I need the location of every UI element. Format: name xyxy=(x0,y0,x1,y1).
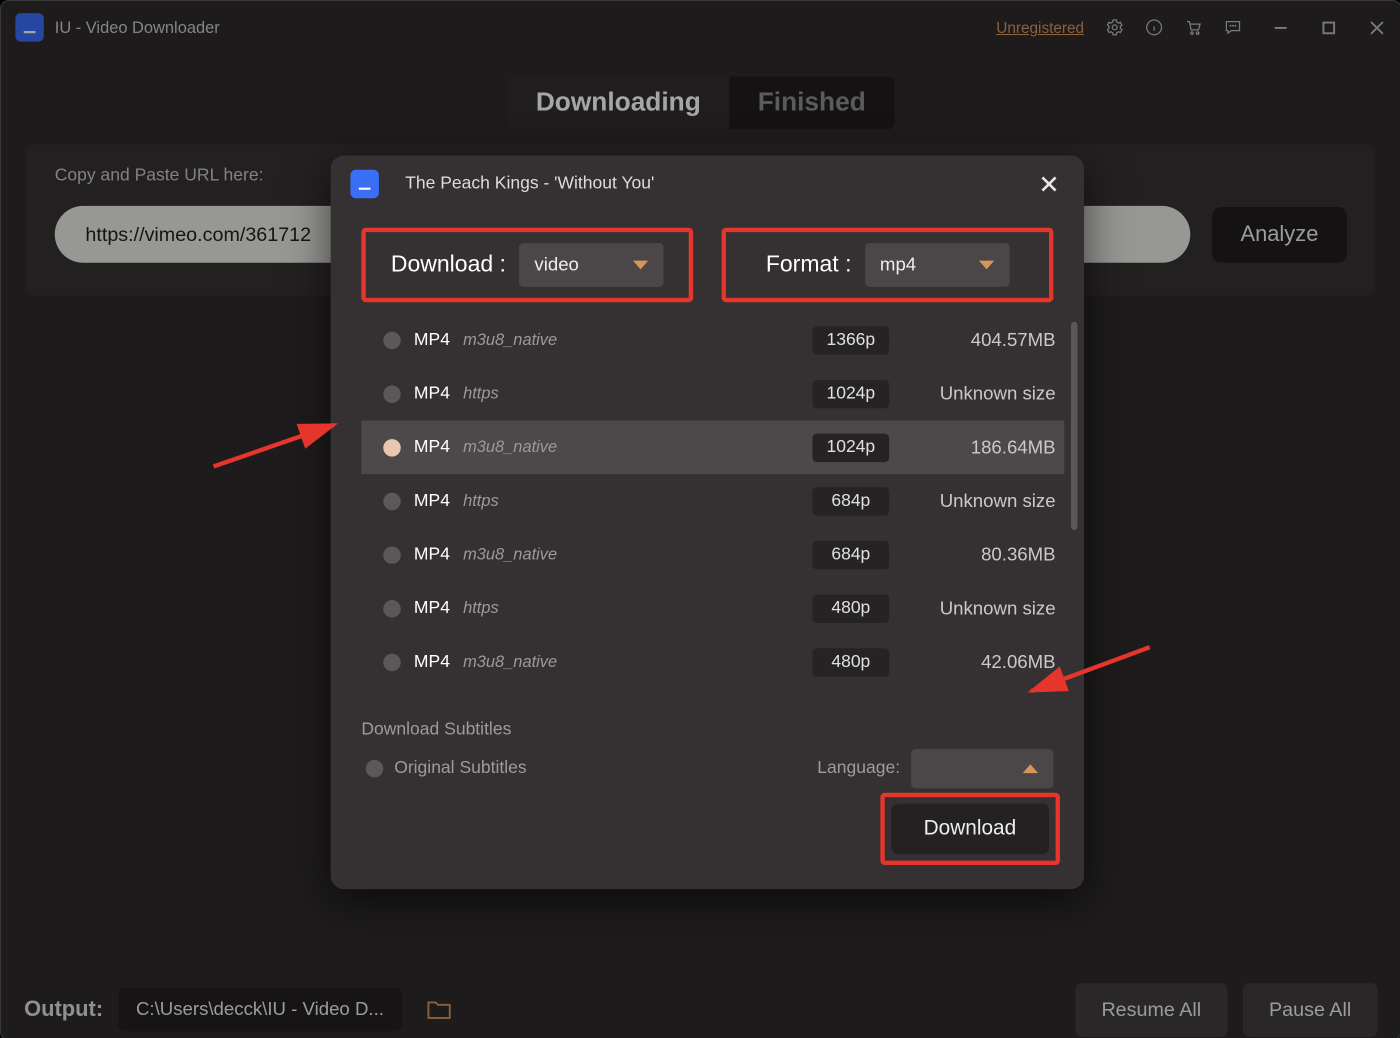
chevron-down-icon xyxy=(633,261,648,270)
row-size: Unknown size xyxy=(902,383,1055,405)
row-size: 404.57MB xyxy=(902,329,1055,351)
row-codec: MP4 xyxy=(414,491,450,511)
row-protocol: https xyxy=(463,599,499,618)
format-row[interactable]: MP4 https 480p Unknown size xyxy=(361,581,1064,635)
chevron-up-icon xyxy=(1023,764,1038,773)
download-options-dialog: The Peach Kings - 'Without You' Download… xyxy=(331,155,1084,889)
download-button[interactable]: Download xyxy=(891,804,1049,854)
dialog-title: The Peach Kings - 'Without You' xyxy=(405,174,654,194)
row-size: Unknown size xyxy=(902,490,1055,512)
row-resolution: 480p xyxy=(812,648,889,676)
download-type-group: Download : video xyxy=(361,228,693,302)
format-row[interactable]: MP4m3u8_native480p42.06MB xyxy=(361,635,1064,689)
annotation-arrow-icon xyxy=(208,412,350,483)
row-resolution: 1366p xyxy=(812,326,889,354)
download-type-select[interactable]: video xyxy=(519,243,664,287)
row-protocol: https xyxy=(463,384,499,403)
format-row[interactable]: MP4 m3u8_native 1366p 404.57MB xyxy=(361,313,1064,367)
row-resolution: 1024p xyxy=(812,433,889,461)
row-radio[interactable] xyxy=(383,439,401,457)
format-value: mp4 xyxy=(880,254,916,276)
format-row[interactable]: MP4 https 1024p Unknown size xyxy=(361,367,1064,421)
row-radio[interactable] xyxy=(383,492,401,510)
orig-subtitles-label: Original Subtitles xyxy=(394,759,526,779)
row-size: Unknown size xyxy=(902,597,1055,619)
row-protocol: m3u8_native xyxy=(463,545,557,564)
row-codec: MP4 xyxy=(414,598,450,618)
annotation-arrow-icon xyxy=(1018,638,1160,709)
language-label: Language: xyxy=(817,759,900,779)
subtitles-header: Download Subtitles xyxy=(361,721,1053,741)
format-row[interactable]: MP4 m3u8_native 1024p 186.64MB xyxy=(361,420,1064,474)
row-protocol: m3u8_native xyxy=(463,653,557,672)
orig-subtitles-radio[interactable] xyxy=(366,760,384,778)
row-resolution: 684p xyxy=(812,540,889,568)
row-resolution: 1024p xyxy=(812,379,889,407)
format-select[interactable]: mp4 xyxy=(865,243,1010,287)
row-radio[interactable] xyxy=(383,653,401,671)
download-type-value: video xyxy=(534,254,579,276)
scrollbar[interactable] xyxy=(1071,322,1078,530)
row-codec: MP4 xyxy=(414,652,450,672)
chevron-down-icon xyxy=(978,261,993,270)
app-window: IU - Video Downloader Unregistered Downl… xyxy=(0,0,1400,1038)
row-radio[interactable] xyxy=(383,331,401,349)
row-codec: MP4 xyxy=(414,384,450,404)
format-list: MP4 m3u8_native 1366p 404.57MB MP4 https 1024p… xyxy=(361,313,1064,689)
row-protocol: m3u8_native xyxy=(463,331,557,350)
format-group: Format : mp4 xyxy=(722,228,1054,302)
dialog-close-button[interactable] xyxy=(1034,169,1065,200)
format-label: Format : xyxy=(766,252,852,278)
row-codec: MP4 xyxy=(414,330,450,350)
row-size: 80.36MB xyxy=(902,544,1055,566)
format-row[interactable]: MP4 https 684p Unknown size xyxy=(361,474,1064,528)
row-size: 186.64MB xyxy=(902,436,1055,458)
row-protocol: m3u8_native xyxy=(463,438,557,457)
row-radio[interactable] xyxy=(383,600,401,618)
download-label: Download : xyxy=(391,252,506,278)
row-radio[interactable] xyxy=(383,546,401,564)
row-radio[interactable] xyxy=(383,385,401,403)
download-button-highlight: Download xyxy=(880,793,1060,865)
row-resolution: 480p xyxy=(812,594,889,622)
language-select[interactable] xyxy=(911,749,1053,788)
format-row[interactable]: MP4 m3u8_native 684p 80.36MB xyxy=(361,528,1064,582)
row-resolution: 684p xyxy=(812,487,889,515)
dialog-logo-icon xyxy=(350,170,378,198)
row-codec: MP4 xyxy=(414,545,450,565)
row-codec: MP4 xyxy=(414,437,450,457)
row-protocol: https xyxy=(463,492,499,511)
